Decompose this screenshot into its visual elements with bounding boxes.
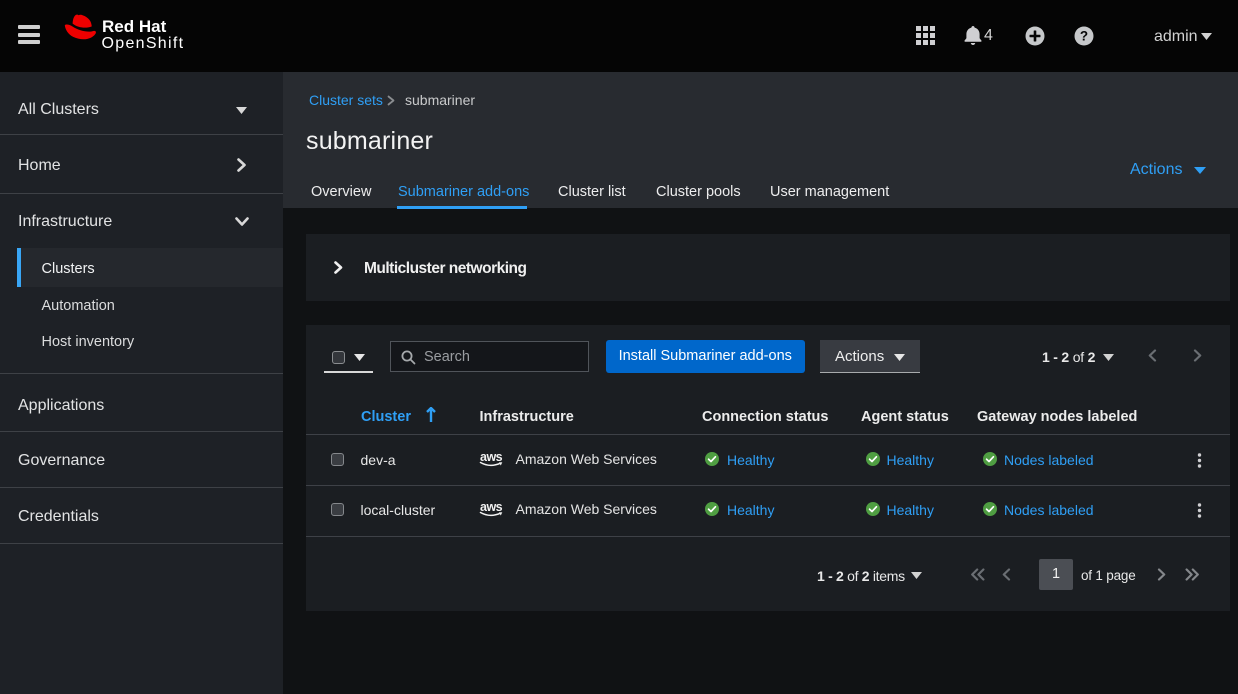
svg-text:aws: aws xyxy=(480,450,503,464)
svg-text:aws: aws xyxy=(480,500,503,514)
svg-text:?: ? xyxy=(1080,29,1088,44)
